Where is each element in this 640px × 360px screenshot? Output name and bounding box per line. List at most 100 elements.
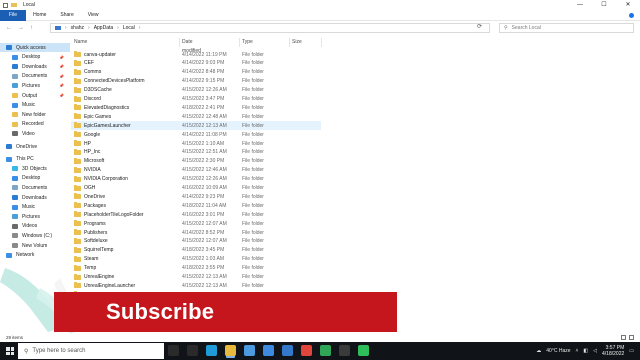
column-type[interactable]: Type: [242, 38, 253, 47]
chrome-icon[interactable]: [301, 345, 312, 356]
clock[interactable]: 3:57 PM 4/18/2022: [602, 345, 624, 357]
chevron-up-icon[interactable]: ˄: [576, 348, 579, 354]
sidebar-item[interactable]: Pictures: [0, 212, 70, 221]
sidebar-item[interactable]: Downloads: [0, 193, 70, 202]
sidebar-item[interactable]: Output 📌: [0, 91, 70, 100]
sidebar-item[interactable]: 3D Objects: [0, 164, 70, 173]
dropbox-icon[interactable]: [263, 345, 274, 356]
column-divider[interactable]: [239, 38, 240, 47]
tab-share[interactable]: Share: [53, 10, 80, 21]
file-row[interactable]: Epic Games 4/15/2022 12:48 AM File folder: [71, 112, 321, 121]
file-row[interactable]: CEF 4/14/2022 9:03 PM File folder: [71, 59, 321, 68]
sidebar-item[interactable]: Downloads 📌: [0, 62, 70, 71]
file-row[interactable]: Programs 4/15/2022 12:07 AM File folder: [71, 219, 321, 228]
breadcrumb-item[interactable]: shahz: [71, 25, 84, 31]
sidebar-item[interactable]: This PC: [0, 155, 70, 164]
refresh-icon[interactable]: ⟳: [477, 23, 482, 30]
sidebar-item[interactable]: Videos: [0, 222, 70, 231]
sidebar-item[interactable]: Documents 📌: [0, 72, 70, 81]
new-folder-icon[interactable]: [11, 3, 17, 7]
file-row[interactable]: NVIDIA 4/15/2022 12:46 AM File folder: [71, 166, 321, 175]
column-name[interactable]: Name: [74, 38, 87, 47]
tab-file[interactable]: File: [0, 9, 27, 21]
file-row[interactable]: OGH 4/16/2022 10:09 AM File folder: [71, 184, 321, 193]
column-divider[interactable]: [321, 38, 322, 47]
column-divider[interactable]: [179, 38, 180, 47]
tab-home[interactable]: Home: [26, 10, 53, 21]
drive-icon: [12, 233, 18, 239]
file-row[interactable]: ElevatedDiagnostics 4/18/2022 2:41 PM File…: [71, 103, 321, 112]
file-row[interactable]: NVIDIA Corporation 4/15/2022 12:26 AM File…: [71, 175, 321, 184]
file-row[interactable]: EpicGamesLauncher 4/15/2022 12:13 AM File …: [71, 121, 321, 131]
column-date-modified[interactable]: Date modified: [182, 38, 201, 54]
sidebar-item[interactable]: Desktop: [0, 174, 70, 183]
sidebar-item[interactable]: Quick access: [0, 43, 70, 52]
address-bar[interactable]: › shahz › AppData › Local ›: [50, 23, 490, 33]
chevron-right-icon[interactable]: ›: [139, 25, 141, 31]
file-name: NVIDIA: [84, 167, 101, 174]
tab-view[interactable]: View: [81, 10, 106, 21]
sidebar-item-label: 3D Objects: [22, 165, 47, 172]
properties-icon[interactable]: [3, 2, 8, 8]
taskbar-search-input[interactable]: ⚲ Type here to search: [18, 343, 164, 359]
file-row[interactable]: Packages 4/18/2022 11:04 AM File folder: [71, 201, 321, 210]
mail-icon[interactable]: [282, 345, 293, 356]
file-row[interactable]: Softdeluxe 4/15/2022 12:07 AM File folder: [71, 237, 321, 246]
pin-icon: 📌: [59, 83, 64, 89]
minimize-button[interactable]: —: [568, 0, 592, 10]
chevron-right-icon[interactable]: ›: [117, 25, 119, 31]
notifications-icon[interactable]: ▭: [629, 348, 634, 354]
weather-icon[interactable]: ☁: [536, 348, 541, 354]
column-divider[interactable]: [289, 38, 290, 47]
file-row[interactable]: Microsoft 4/15/2022 2:30 PM File folder: [71, 157, 321, 166]
file-row[interactable]: canva-updater 4/14/2022 11:19 PM File fold…: [71, 50, 321, 59]
file-row[interactable]: HP 4/15/2022 1:10 AM File folder: [71, 139, 321, 148]
details-view-icon[interactable]: [621, 335, 626, 340]
file-row[interactable]: Discord 4/15/2022 3:47 PM File folder: [71, 95, 321, 104]
file-row[interactable]: OneDrive 4/14/2022 9:23 PM File folder: [71, 192, 321, 201]
forward-button[interactable]: →: [18, 25, 24, 31]
task-view-icon[interactable]: [187, 345, 198, 356]
windows-start-icon[interactable]: [6, 347, 14, 355]
file-explorer-icon[interactable]: [225, 345, 236, 356]
sidebar-item[interactable]: Documents: [0, 183, 70, 192]
volume-icon[interactable]: ◁: [593, 348, 597, 354]
store-icon[interactable]: [244, 345, 255, 356]
file-row[interactable]: Publishers 4/14/2022 8:52 PM File folder: [71, 228, 321, 237]
search-input[interactable]: ⚲ Search Local: [499, 23, 634, 33]
breadcrumb-item[interactable]: AppData: [94, 25, 113, 31]
file-row[interactable]: Comms 4/14/2022 8:48 PM File folder: [71, 68, 321, 77]
file-row[interactable]: ConnectedDevicesPlatform 4/14/2022 9:15 P…: [71, 77, 321, 86]
sidebar-item[interactable]: OneDrive: [0, 142, 70, 151]
chevron-right-icon[interactable]: ›: [65, 25, 67, 31]
back-button[interactable]: ←: [6, 25, 12, 31]
file-row[interactable]: Google 4/14/2022 11:08 PM File folder: [71, 130, 321, 139]
whatsapp-icon[interactable]: [358, 345, 369, 356]
file-row[interactable]: HP_Inc 4/15/2022 12:51 AM File folder: [71, 148, 321, 157]
sidebar-item[interactable]: Music: [0, 203, 70, 212]
sidebar-item[interactable]: Video: [0, 129, 70, 138]
breadcrumb-item[interactable]: Local: [123, 25, 135, 31]
column-size[interactable]: Size: [292, 38, 302, 47]
help-icon[interactable]: [629, 13, 634, 18]
close-button[interactable]: ✕: [616, 0, 640, 10]
large-icons-view-icon[interactable]: [629, 335, 634, 340]
file-row[interactable]: D3DSCache 4/15/2022 12:26 AM File folder: [71, 86, 321, 95]
sidebar-item[interactable]: New folder: [0, 110, 70, 119]
sidebar-item[interactable]: Desktop 📌: [0, 53, 70, 62]
chevron-right-icon[interactable]: ›: [88, 25, 90, 31]
up-button[interactable]: ↑: [30, 25, 33, 31]
edge-icon[interactable]: [206, 345, 217, 356]
file-row[interactable]: PlaceholderTileLogoFolder 4/16/2022 3:01 …: [71, 210, 321, 219]
sidebar-item[interactable]: Windows (C:): [0, 231, 70, 240]
weather-text[interactable]: 40°C Haze: [546, 348, 570, 354]
sidebar-item[interactable]: Pictures 📌: [0, 81, 70, 90]
chrome-icon[interactable]: [320, 345, 331, 356]
sidebar-item[interactable]: Music: [0, 101, 70, 110]
cortana-icon[interactable]: [168, 345, 179, 356]
file-type: File folder: [242, 247, 264, 254]
sidebar-item[interactable]: Recorded: [0, 120, 70, 129]
maximize-button[interactable]: ☐: [592, 0, 616, 10]
network-icon[interactable]: ◧: [583, 348, 588, 354]
obs-icon[interactable]: [339, 345, 350, 356]
